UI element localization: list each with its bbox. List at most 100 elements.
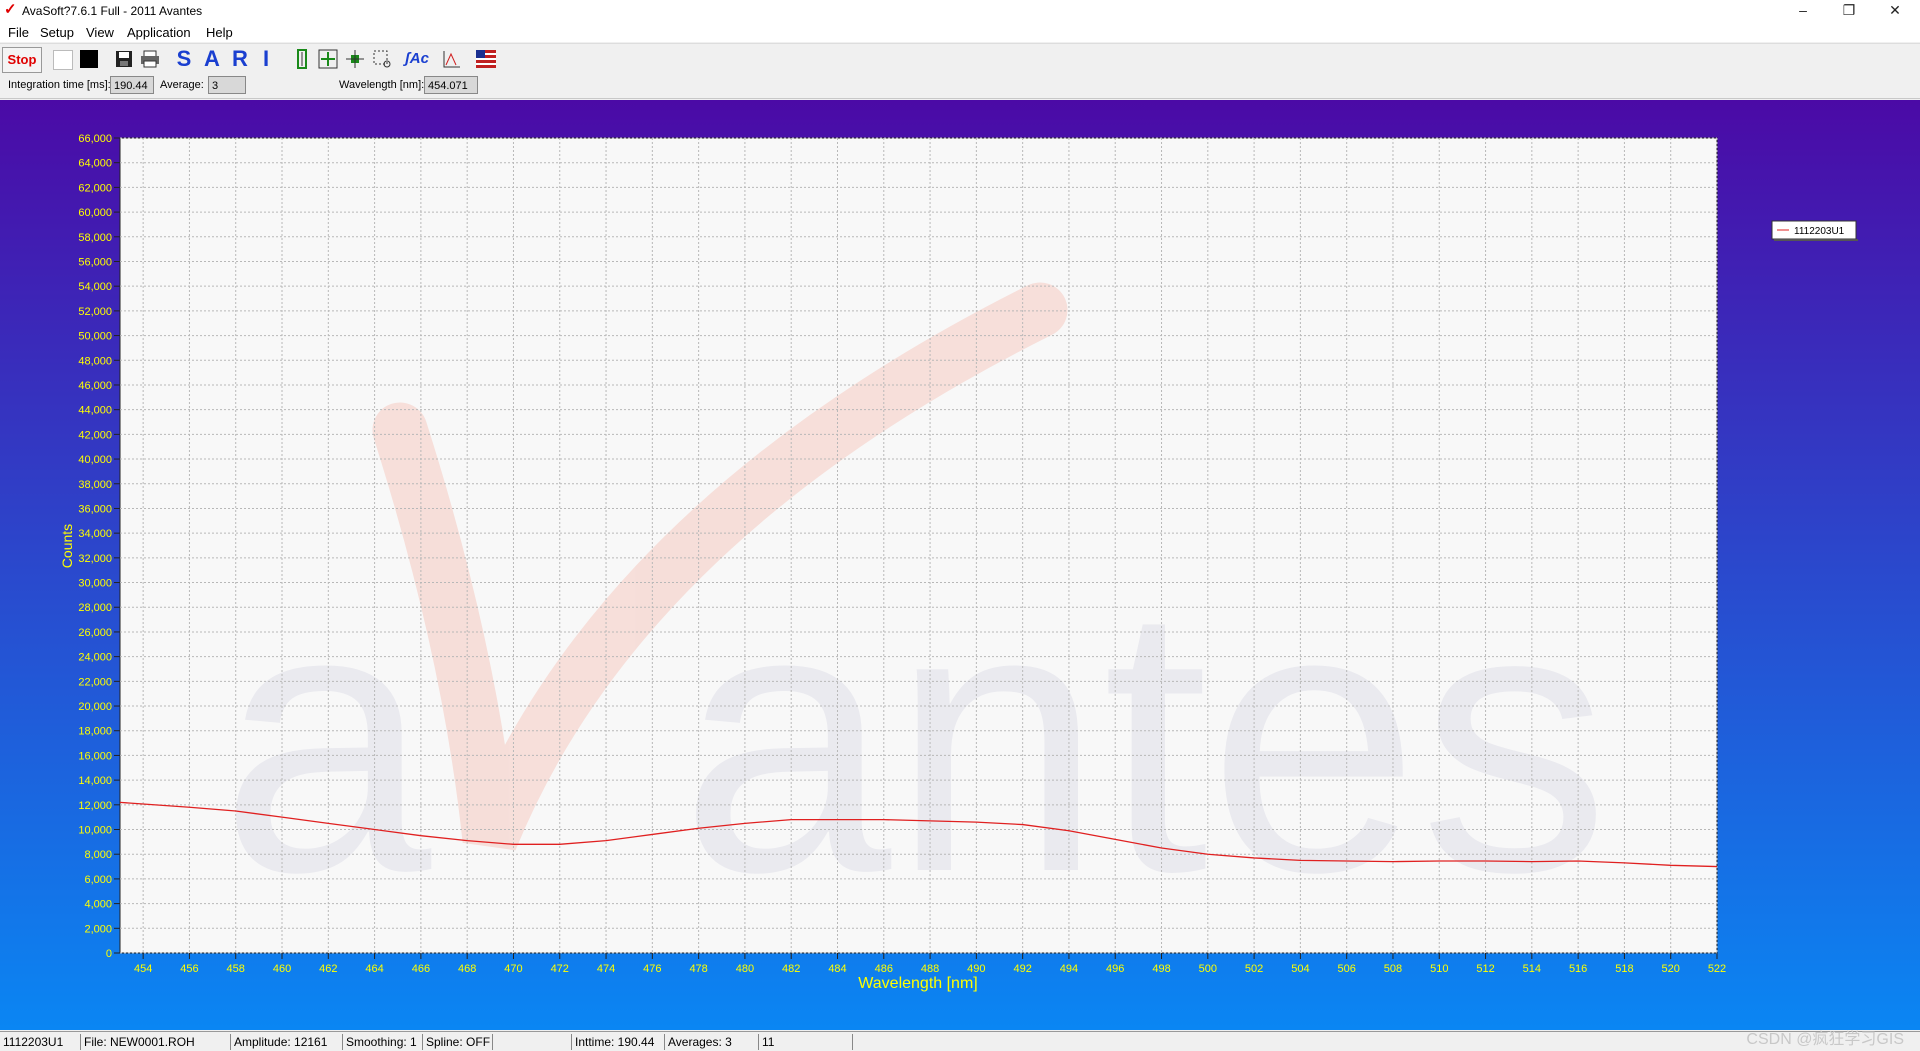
x-tick-label: 518	[1615, 963, 1633, 975]
zoom-rect-icon[interactable]	[370, 47, 394, 71]
y-tick-label: 38,000	[78, 479, 112, 491]
y-tick-label: 28,000	[78, 602, 112, 614]
y-tick-label: 36,000	[78, 503, 112, 515]
x-tick-label: 508	[1384, 963, 1402, 975]
minimize-button[interactable]: –	[1780, 0, 1826, 22]
menu-bar: File Setup View Application Help	[0, 22, 1920, 42]
absorbance-mode-a-icon[interactable]: A	[200, 47, 224, 71]
y-tick-label: 56,000	[78, 256, 112, 268]
x-tick-label: 514	[1523, 963, 1541, 975]
maximize-button[interactable]: ❐	[1826, 0, 1872, 22]
save-icon[interactable]	[112, 47, 136, 71]
x-tick-label: 478	[689, 963, 707, 975]
menu-setup[interactable]: Setup	[40, 25, 74, 40]
y-tick-label: 64,000	[78, 158, 112, 170]
status-smoothing: Smoothing: 1	[343, 1034, 423, 1050]
peak-icon[interactable]	[440, 47, 464, 71]
reflectance-mode-r-icon[interactable]: R	[228, 47, 252, 71]
y-tick-label: 34,000	[78, 528, 112, 540]
y-tick-label: 8,000	[84, 849, 112, 861]
x-tick-label: 520	[1662, 963, 1680, 975]
toolbar: Stop S A R I ʃAc	[0, 43, 1920, 74]
csdn-watermark: CSDN @疯狂学习GIS	[1746, 1031, 1904, 1048]
x-tick-label: 454	[134, 963, 152, 975]
x-tick-label: 480	[736, 963, 754, 975]
x-tick-label: 476	[643, 963, 661, 975]
x-tick-label: 466	[412, 963, 430, 975]
menu-file[interactable]: File	[8, 25, 29, 40]
y-tick-label: 32,000	[78, 553, 112, 565]
flag-icon[interactable]	[474, 47, 498, 71]
x-tick-label: 506	[1338, 963, 1356, 975]
title-bar: ✓ AvaSoft?7.6.1 Full - 2011 Avantes – ❐ …	[0, 0, 1920, 22]
x-tick-label: 488	[921, 963, 939, 975]
fit-icon[interactable]: ʃAc	[405, 47, 429, 71]
y-tick-label: 30,000	[78, 578, 112, 590]
y-tick-label: 10,000	[78, 825, 112, 837]
autoscale-icon[interactable]	[316, 47, 340, 71]
y-tick-label: 42,000	[78, 429, 112, 441]
x-tick-label: 464	[365, 963, 383, 975]
y-tick-label: 14,000	[78, 775, 112, 787]
x-tick-label: 474	[597, 963, 615, 975]
x-tick-label: 482	[782, 963, 800, 975]
status-inttime: Inttime: 190.44	[572, 1034, 665, 1050]
wavelength-field[interactable]: 454.071	[424, 76, 478, 94]
x-tick-label: 502	[1245, 963, 1263, 975]
y-tick-label: 52,000	[78, 306, 112, 318]
y-tick-label: 66,000	[78, 133, 112, 145]
x-tick-label: 460	[273, 963, 291, 975]
x-tick-label: 516	[1569, 963, 1587, 975]
white-box-icon[interactable]	[50, 47, 74, 71]
zoom-icon[interactable]	[343, 47, 367, 71]
svg-text:antes: antes	[680, 526, 1610, 951]
svg-text:a: a	[220, 526, 434, 951]
x-tick-label: 492	[1013, 963, 1031, 975]
x-tick-label: 510	[1430, 963, 1448, 975]
x-tick-label: 458	[227, 963, 245, 975]
y-tick-label: 58,000	[78, 232, 112, 244]
window-title: AvaSoft?7.6.1 Full - 2011 Avantes	[22, 4, 203, 18]
y-tick-label: 16,000	[78, 750, 112, 762]
menu-view[interactable]: View	[86, 25, 114, 40]
x-axis-label: Wavelength [nm]	[858, 975, 977, 992]
black-box-icon[interactable]	[77, 47, 101, 71]
x-tick-label: 504	[1291, 963, 1309, 975]
x-tick-label: 470	[504, 963, 522, 975]
y-tick-label: 26,000	[78, 627, 112, 639]
y-tick-label: 6,000	[84, 874, 112, 886]
x-tick-label: 496	[1106, 963, 1124, 975]
status-empty	[493, 1034, 572, 1050]
stop-button[interactable]: Stop	[2, 47, 42, 73]
x-tick-label: 498	[1152, 963, 1170, 975]
x-tick-label: 512	[1476, 963, 1494, 975]
close-button[interactable]: ✕	[1872, 0, 1918, 22]
menu-help[interactable]: Help	[206, 25, 233, 40]
y-tick-label: 50,000	[78, 331, 112, 343]
integration-time-field[interactable]: 190.44	[110, 76, 154, 94]
y-tick-label: 0	[106, 948, 112, 960]
y-tick-label: 62,000	[78, 182, 112, 194]
print-icon[interactable]	[138, 47, 162, 71]
spectrum-chart[interactable]: a antes 0 2,000 4,000 6,000 8,000 10,000 12,00…	[0, 100, 1920, 1030]
status-extra: 11	[759, 1034, 853, 1050]
y-axis-label: Counts	[59, 524, 75, 568]
y-tick-label: 46,000	[78, 380, 112, 392]
y-tick-label: 4,000	[84, 899, 112, 911]
menu-application[interactable]: Application	[127, 25, 191, 40]
x-tick-label: 484	[828, 963, 846, 975]
avasoft-logo-icon: ✓	[4, 1, 17, 18]
y-tick-label: 44,000	[78, 405, 112, 417]
status-spline: Spline: OFF	[423, 1034, 493, 1050]
y-tick-label: 48,000	[78, 355, 112, 367]
x-tick-label: 468	[458, 963, 476, 975]
irradiance-mode-i-icon[interactable]: I	[254, 47, 278, 71]
cursor-icon[interactable]	[290, 47, 314, 71]
wavelength-label: Wavelength [nm]:	[339, 79, 425, 91]
y-tick-label: 22,000	[78, 676, 112, 688]
scope-mode-s-icon[interactable]: S	[172, 47, 196, 71]
x-tick-label: 500	[1199, 963, 1217, 975]
average-field[interactable]: 3	[208, 76, 246, 94]
integration-time-label: Integration time [ms]:	[8, 79, 111, 91]
status-averages: Averages: 3	[665, 1034, 759, 1050]
